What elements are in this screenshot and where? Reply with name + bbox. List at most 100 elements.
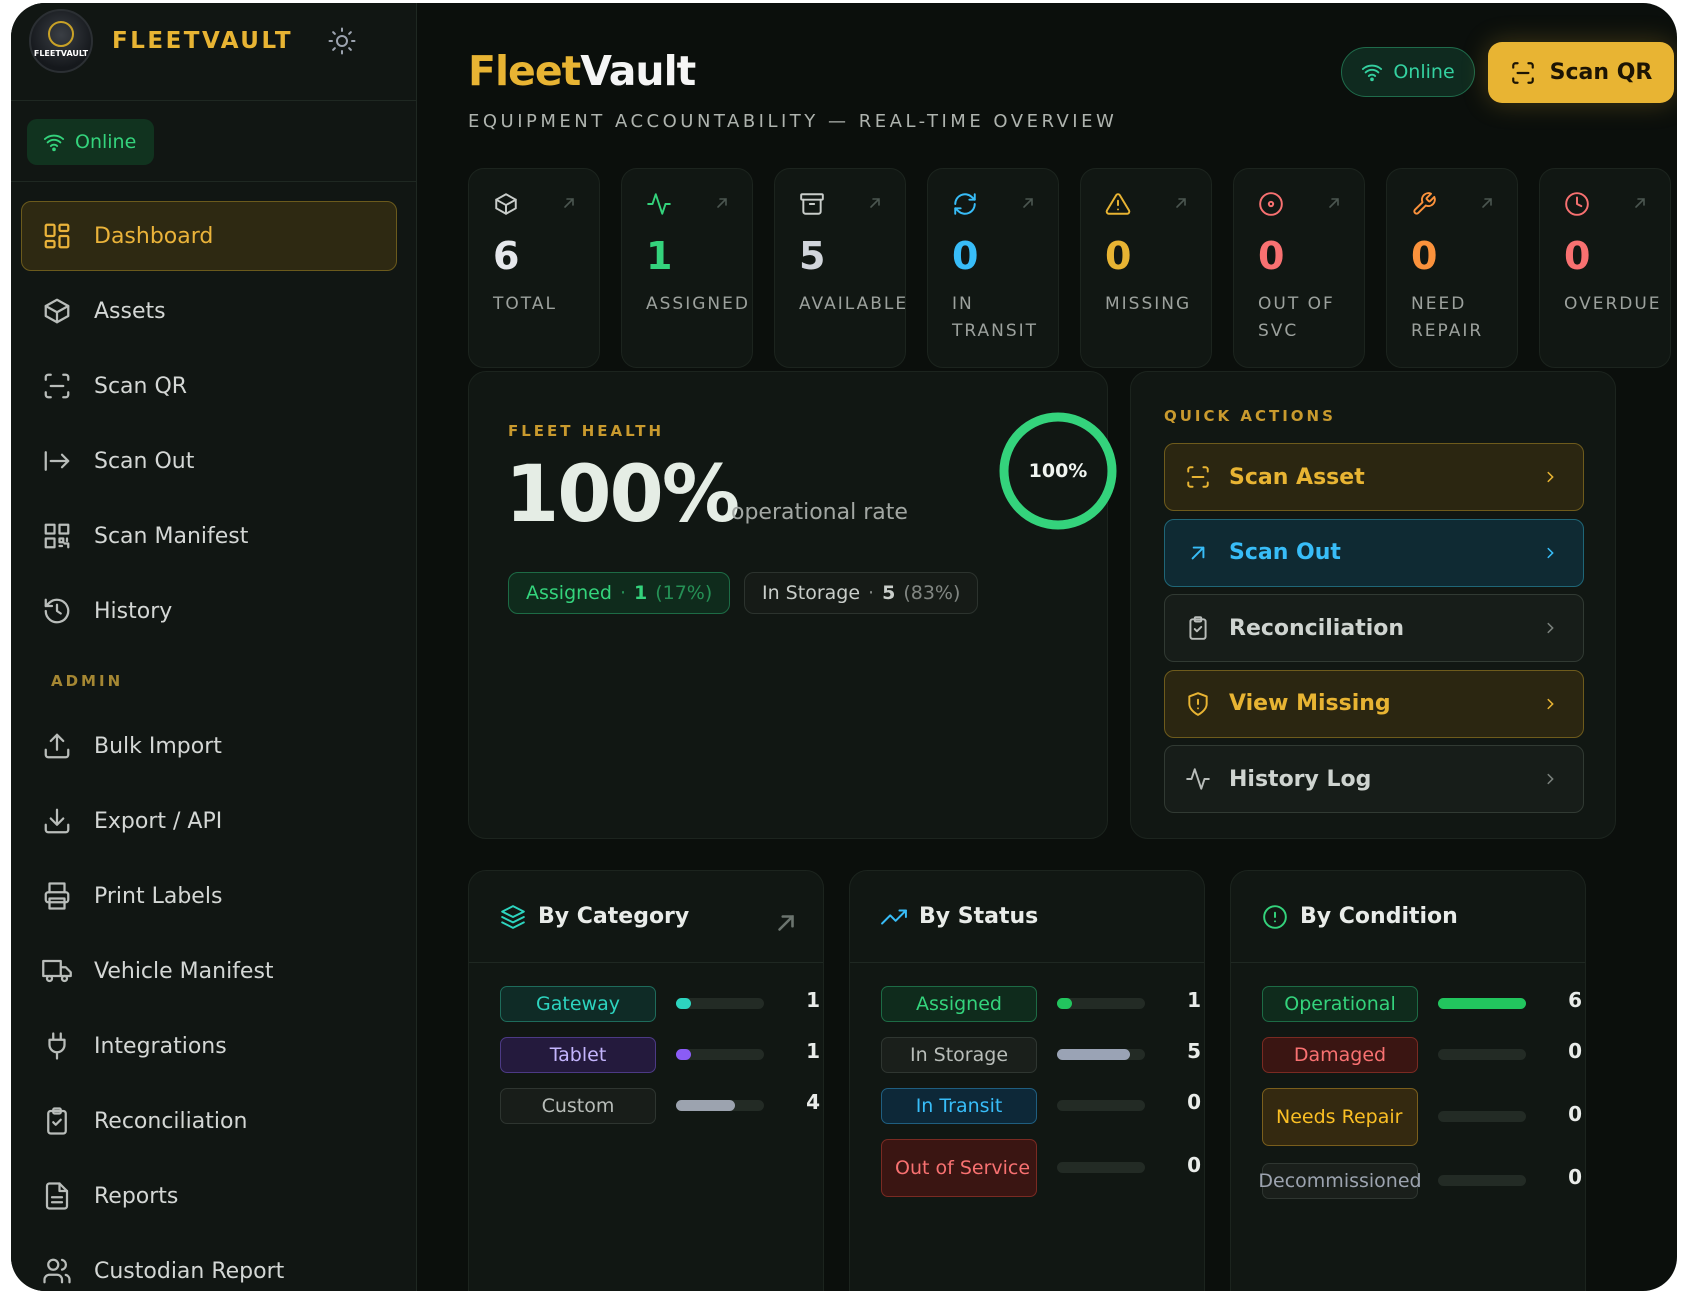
expand-arrow-icon[interactable] — [561, 195, 577, 211]
card-header: By Category — [469, 871, 823, 963]
stat-card-total[interactable]: 6 TOTAL — [468, 168, 600, 368]
quick-actions-label: QUICK ACTIONS — [1164, 407, 1336, 425]
expand-arrow-icon[interactable] — [1632, 195, 1648, 211]
by-condition-card: By Condition Operational 6 Damaged 0 Nee… — [1230, 870, 1586, 1291]
activity-icon — [1186, 768, 1210, 790]
breakdown-count: 1 — [806, 1039, 820, 1063]
quick-action-reconciliation[interactable]: Reconciliation — [1164, 594, 1584, 662]
quick-action-scan-asset[interactable]: Scan Asset — [1164, 443, 1584, 511]
refresh-icon — [954, 193, 976, 215]
stat-card-available[interactable]: 5 AVAILABLE — [774, 168, 906, 368]
stat-label: NEED REPAIR — [1411, 294, 1484, 341]
expand-arrow-icon[interactable] — [867, 195, 883, 211]
stat-value: 0 — [1258, 234, 1285, 278]
breakdown-count: 0 — [1568, 1165, 1582, 1189]
stat-label: OUT OF SVC — [1258, 294, 1335, 341]
sidebar-item-bulk-import[interactable]: Bulk Import — [21, 711, 397, 781]
sidebar-item-assets[interactable]: Assets — [21, 276, 397, 346]
breakdown-bar-fill — [676, 998, 691, 1009]
chip-dot: · — [619, 582, 626, 604]
card-title: By Status — [919, 904, 1039, 929]
card-title: By Condition — [1300, 904, 1458, 929]
history-icon — [44, 598, 70, 624]
stat-card-need-repair[interactable]: 0 NEED REPAIR — [1386, 168, 1518, 368]
page-title: FleetVault — [468, 47, 696, 95]
stat-card-missing[interactable]: 0 MISSING — [1080, 168, 1212, 368]
scan-qr-label: Scan QR — [1549, 60, 1653, 85]
app-window: FLEETVAULT FLEETVAULT Online Dashboard As… — [11, 3, 1677, 1291]
breakdown-bar-fill — [676, 1100, 735, 1111]
sidebar-item-label: Reports — [94, 1183, 179, 1209]
chevron-right-icon — [1547, 547, 1554, 558]
stat-value: 5 — [799, 234, 826, 278]
scan-qr-button[interactable]: Scan QR — [1488, 42, 1674, 103]
sidebar-item-reconciliation[interactable]: Reconciliation — [21, 1086, 397, 1156]
sidebar-item-scan-manifest[interactable]: Scan Manifest — [21, 501, 397, 571]
quick-action-scan-out[interactable]: Scan Out — [1164, 518, 1584, 587]
sidebar-item-print-labels[interactable]: Print Labels — [21, 861, 397, 931]
sidebar-item-scan-qr[interactable]: Scan QR — [21, 351, 397, 421]
breakdown-bar — [1438, 1111, 1526, 1122]
expand-arrow-icon[interactable] — [1173, 195, 1189, 211]
sidebar-item-custodian-report[interactable]: Custodian Report — [21, 1236, 397, 1291]
expand-arrow-icon[interactable] — [714, 195, 730, 211]
sidebar-item-history[interactable]: History — [21, 576, 397, 646]
fleet-health-panel: FLEET HEALTH 100% operational rate 100% … — [468, 371, 1117, 839]
page-title-part-a: Fleet — [468, 47, 581, 95]
chevron-right-icon — [1547, 698, 1554, 709]
page-title-part-b: Vault — [580, 47, 696, 95]
expand-arrow-icon[interactable] — [773, 910, 799, 936]
breakdown-count: 0 — [1568, 1102, 1582, 1126]
sidebar-item-label: Assets — [94, 298, 166, 324]
expand-arrow-icon[interactable] — [1479, 195, 1495, 211]
quick-actions-panel: QUICK ACTIONS Scan Asset Scan Out Reconcil… — [1130, 371, 1616, 839]
theme-toggle-icon[interactable] — [327, 26, 357, 56]
scan-icon — [44, 373, 70, 399]
plug-icon — [48, 1032, 66, 1060]
sidebar-item-vehicle-manifest[interactable]: Vehicle Manifest — [21, 936, 397, 1006]
quick-action-view-missing[interactable]: View Missing — [1164, 669, 1584, 738]
expand-arrow-icon[interactable] — [1326, 195, 1342, 211]
stat-value: 0 — [1411, 234, 1438, 278]
stat-card-in-transit[interactable]: 0 IN TRANSIT — [927, 168, 1059, 368]
breakdown-badge: Decommissioned — [1258, 1163, 1422, 1199]
arrow-up-right-icon — [1191, 546, 1205, 559]
breakdown-badge: Tablet — [500, 1037, 656, 1073]
breakdown-badge: Custom — [500, 1088, 656, 1124]
sidebar-item-reports[interactable]: Reports — [21, 1161, 397, 1231]
activity-icon — [647, 193, 671, 215]
connection-status-label: Online — [75, 131, 137, 153]
breakdown-count: 1 — [806, 988, 820, 1012]
assigned-chip-count: 1 — [633, 582, 648, 604]
breakdown-count: 0 — [1187, 1153, 1201, 1177]
truck-icon — [42, 959, 72, 983]
sidebar-item-scan-out[interactable]: Scan Out — [21, 426, 397, 496]
expand-arrow-icon[interactable] — [1020, 195, 1036, 211]
storage-chip: In Storage · 5 (83%) — [744, 572, 979, 614]
logo: FLEETVAULT — [29, 9, 93, 73]
sidebar-item-integrations[interactable]: Integrations — [21, 1011, 397, 1081]
card-title: By Category — [538, 904, 690, 929]
breakdown-bar — [676, 1049, 764, 1060]
sidebar-item-label: Scan QR — [94, 373, 188, 399]
stat-card-overdue[interactable]: 0 OVERDUE — [1539, 168, 1671, 368]
scan-icon — [1511, 61, 1534, 84]
target-icon — [1259, 192, 1283, 216]
stat-card-out-of-svc[interactable]: 0 OUT OF SVC — [1233, 168, 1365, 368]
sidebar-item-label: Scan Manifest — [94, 523, 249, 549]
breakdown-row: Tablet 1 — [500, 1037, 820, 1087]
breakdown-row: Assigned 1 — [881, 986, 1201, 1036]
card-header: By Status — [850, 871, 1204, 963]
sidebar-item-dashboard[interactable]: Dashboard — [21, 201, 397, 271]
breakdown-row: Operational 6 — [1262, 986, 1582, 1036]
sidebar-item-export-api[interactable]: Export / API — [21, 786, 397, 856]
quick-action-history-log[interactable]: History Log — [1164, 745, 1584, 813]
fleet-health-label: FLEET HEALTH — [508, 422, 665, 440]
stat-value: 6 — [493, 234, 520, 278]
stat-card-assigned[interactable]: 1 ASSIGNED — [621, 168, 753, 368]
qr-icon — [44, 523, 70, 549]
upload-icon — [44, 733, 70, 759]
breakdown-row: Decommissioned 0 — [1258, 1163, 1582, 1213]
clipboard-icon — [1189, 616, 1207, 640]
sidebar-item-label: Custodian Report — [94, 1258, 285, 1284]
